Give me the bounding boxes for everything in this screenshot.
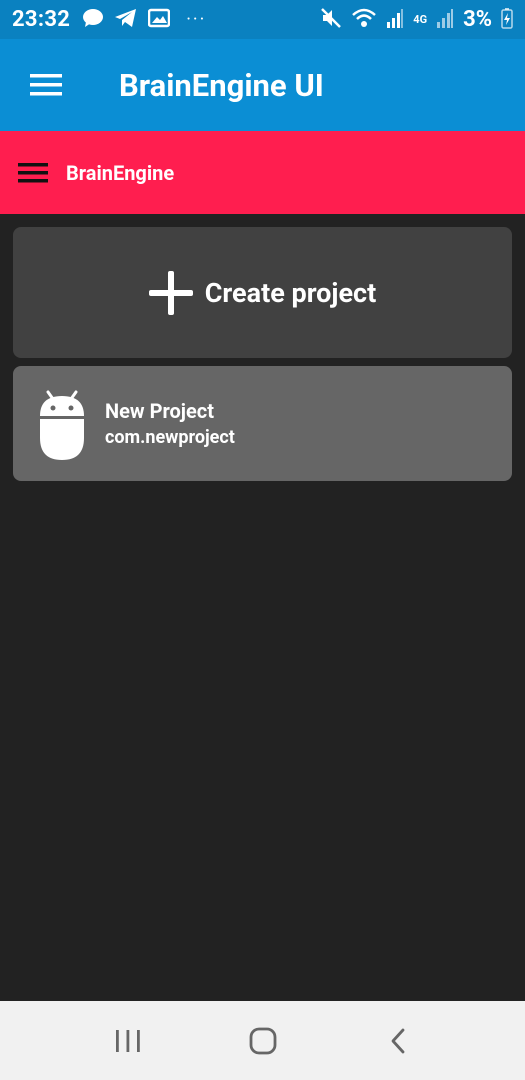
section-menu-button[interactable] — [15, 155, 51, 191]
create-project-label: Create project — [204, 276, 377, 309]
battery-icon — [501, 7, 513, 33]
app-bar: BrainEngine UI — [0, 39, 525, 131]
telegram-icon — [114, 8, 138, 32]
more-notifications-icon: ··· — [186, 9, 207, 30]
back-icon — [391, 1028, 404, 1053]
message-bubble-icon — [82, 8, 104, 32]
create-project-button[interactable]: Create project — [13, 227, 512, 358]
battery-percent: 3% — [463, 7, 492, 32]
android-icon — [40, 390, 84, 460]
status-bar: 23:32 ··· 4G 3% — [0, 0, 525, 39]
hamburger-menu-icon — [18, 162, 48, 182]
system-nav-bar — [0, 1001, 525, 1080]
back-button[interactable] — [368, 1011, 428, 1071]
status-indicators: 4G 3% — [320, 7, 513, 33]
app-menu-button[interactable] — [23, 62, 69, 108]
wifi-icon — [351, 7, 377, 33]
mute-icon — [320, 7, 342, 33]
recent-apps-button[interactable] — [98, 1011, 158, 1071]
project-package: com.newproject — [105, 426, 235, 448]
notification-icons: ··· — [82, 8, 206, 32]
home-icon — [249, 1027, 276, 1054]
status-time: 23:32 — [12, 7, 71, 32]
app-title: BrainEngine UI — [119, 66, 324, 104]
signal-icon — [386, 8, 404, 32]
project-list-item[interactable]: New Project com.newproject — [13, 366, 512, 481]
gallery-icon — [147, 8, 171, 32]
hamburger-menu-icon — [30, 74, 62, 96]
project-name: New Project — [105, 398, 214, 423]
section-bar: BrainEngine — [0, 131, 525, 214]
4g-icon: 4G — [413, 12, 428, 26]
signal-icon-2 — [436, 8, 454, 32]
recent-apps-icon — [115, 1029, 140, 1052]
home-button[interactable] — [233, 1011, 293, 1071]
plus-icon — [148, 270, 193, 315]
section-title: BrainEngine — [66, 160, 175, 185]
